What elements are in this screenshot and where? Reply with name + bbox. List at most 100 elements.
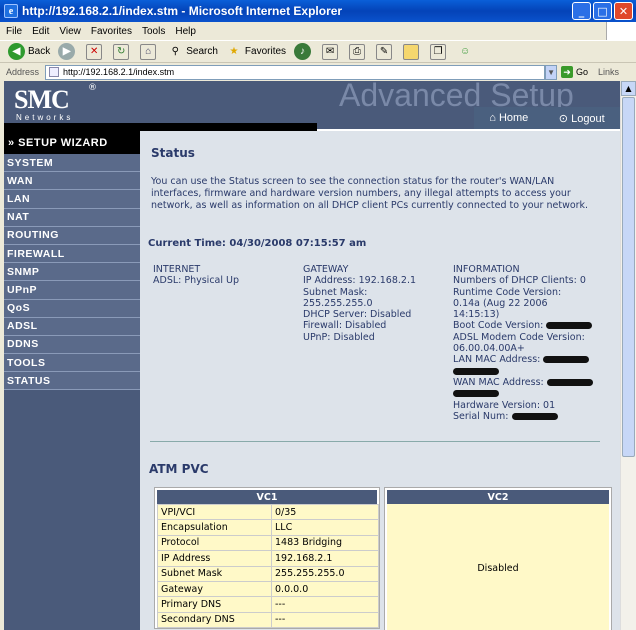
go-button[interactable]: ➜ Go (561, 66, 588, 78)
address-dropdown-icon[interactable]: ▼ (545, 64, 558, 80)
gateway-subnet-label: Subnet Mask: (303, 286, 368, 298)
modem-code-value: 06.00.04.00A+ (453, 343, 525, 355)
status-content: Status You can use the Status screen to … (140, 131, 620, 630)
back-arrow-icon: ◀ (8, 43, 25, 60)
table-row: Encapsulation LLC (157, 519, 379, 536)
sidebar-item-nat[interactable]: NAT (4, 208, 140, 227)
logout-link[interactable]: ⊙ Logout (559, 112, 605, 125)
search-icon: ⚲ (171, 46, 179, 57)
sidebar-item-wan[interactable]: WAN (4, 172, 140, 191)
minimize-button[interactable]: _ (572, 2, 591, 20)
stop-button[interactable]: ✕ (86, 43, 105, 60)
menu-help[interactable]: Help (175, 26, 196, 37)
refresh-button[interactable]: ↻ (113, 43, 132, 60)
sidebar-item-routing[interactable]: ROUTING (4, 226, 140, 245)
vertical-scrollbar[interactable]: ▲ (620, 81, 636, 630)
boot-code-label: Boot Code Version: (453, 320, 544, 332)
favorites-label: Favorites (244, 46, 287, 57)
mail-button[interactable]: ✉ (322, 43, 341, 60)
messenger-icon: ☺ (459, 46, 471, 57)
vc1-header: VC1 (157, 490, 377, 504)
vc2-panel: VC2 Disabled (384, 487, 612, 630)
address-label: Address (6, 67, 40, 77)
table-row: Subnet Mask 255.255.255.0 (157, 565, 379, 582)
redacted-mark (546, 322, 593, 330)
windows-logo-icon (606, 22, 636, 40)
page-icon (49, 67, 60, 77)
menu-view[interactable]: View (59, 26, 81, 37)
close-button[interactable]: ✕ (614, 2, 633, 20)
logo-subtitle: Networks (16, 113, 74, 122)
sidebar-item-firewall[interactable]: FIREWALL (4, 244, 140, 264)
menu-tools[interactable]: Tools (142, 26, 165, 37)
adsl-status: ADSL: Physical Up (153, 275, 240, 287)
home-icon: ⌂ (140, 43, 157, 60)
folder-icon (403, 43, 420, 60)
print-button[interactable]: ⎙ (349, 43, 368, 60)
research-button[interactable]: ❐ (430, 43, 449, 60)
sidebar-item-qos[interactable]: QoS (4, 299, 140, 318)
menu-favorites[interactable]: Favorites (91, 26, 132, 37)
runtime-value: 0.14a (Aug 22 2006 (453, 297, 548, 309)
vc1-key: VPI/VCI (157, 503, 272, 521)
sidebar-item-tools[interactable]: TOOLS (4, 354, 140, 373)
menu-edit[interactable]: Edit (32, 26, 49, 37)
sidebar-item-status[interactable]: STATUS (4, 372, 140, 391)
redacted-mark (546, 378, 593, 386)
links-button[interactable]: Links (598, 67, 619, 77)
dhcp-clients: Numbers of DHCP Clients: 0 (453, 275, 586, 287)
header-nav: ⌂ Home ⊙ Logout (474, 107, 620, 129)
information-section: INFORMATION Numbers of DHCP Clients: 0 R… (453, 264, 593, 422)
forward-button[interactable]: ▶ (58, 43, 78, 60)
vc1-value: 1483 Bridging (271, 534, 379, 552)
print-icon: ⎙ (349, 43, 366, 60)
sidebar-item-ddns[interactable]: DDNS (4, 335, 140, 355)
scroll-thumb[interactable] (622, 97, 635, 457)
router-header: SMC ® Networks Advanced Setup ⌂ Home ⊙ L… (4, 81, 620, 129)
sidebar-item-system[interactable]: SYSTEM (4, 154, 140, 173)
favorites-button[interactable]: ★ Favorites (226, 44, 286, 60)
gateway-upnp: UPnP: Disabled (303, 331, 375, 343)
vc1-key: Secondary DNS (157, 611, 272, 629)
go-arrow-icon: ➜ (561, 66, 574, 78)
search-button[interactable]: ⚲ Search (167, 44, 218, 60)
media-icon: ♪ (294, 43, 312, 60)
vc1-value: --- (271, 611, 379, 629)
table-row: Protocol 1483 Bridging (157, 534, 379, 552)
home-link[interactable]: ⌂ Home (489, 112, 528, 124)
section-divider (150, 441, 600, 442)
status-intro: You can use the Status screen to see the… (151, 176, 589, 211)
page-viewport: SMC ® Networks Advanced Setup ⌂ Home ⊙ L… (4, 81, 620, 630)
header-divider (4, 123, 317, 131)
registered-mark: ® (88, 83, 97, 93)
sidebar-item-upnp[interactable]: UPnP (4, 281, 140, 300)
address-url: http://192.168.2.1/index.stm (63, 67, 175, 77)
address-input[interactable]: http://192.168.2.1/index.stm (45, 64, 546, 80)
gateway-ip: IP Address: 192.168.2.1 (303, 275, 417, 287)
vc2-state: Disabled (387, 504, 609, 630)
table-row: IP Address 192.168.2.1 (157, 550, 379, 567)
sidebar-item-adsl[interactable]: ADSL (4, 317, 140, 336)
sidebar-item-lan[interactable]: LAN (4, 190, 140, 209)
menu-file[interactable]: File (6, 26, 22, 37)
back-button[interactable]: ◀ Back (8, 43, 50, 60)
home-toolbar-button[interactable]: ⌂ (140, 43, 159, 60)
favorites-star-icon: ★ (229, 46, 239, 57)
table-row: Primary DNS --- (157, 596, 379, 613)
sidebar-item-snmp[interactable]: SNMP (4, 263, 140, 282)
vc2-header: VC2 (387, 490, 609, 504)
folder-button[interactable] (403, 43, 422, 60)
setup-wizard-link[interactable]: » SETUP WIZARD (4, 131, 140, 154)
vc1-table: VPI/VCI 0/35 Encapsulation LLC Protocol 148… (157, 503, 379, 629)
vc1-value: 192.168.2.1 (271, 550, 379, 567)
edit-button[interactable]: ✎ (376, 43, 395, 60)
hardware-version: Hardware Version: 01 (453, 399, 556, 411)
lan-mac-label: LAN MAC Address: (453, 354, 541, 366)
scroll-up-icon[interactable]: ▲ (621, 81, 636, 96)
gateway-section: GATEWAY IP Address: 192.168.2.1 Subnet M… (303, 264, 416, 343)
messenger-button[interactable]: ☺ (457, 44, 476, 60)
maximize-button[interactable]: □ (593, 2, 612, 20)
current-time: Current Time: 04/30/2008 07:15:57 am (148, 238, 367, 249)
media-button[interactable]: ♪ (294, 43, 314, 60)
home-icon: ⌂ (489, 112, 499, 124)
